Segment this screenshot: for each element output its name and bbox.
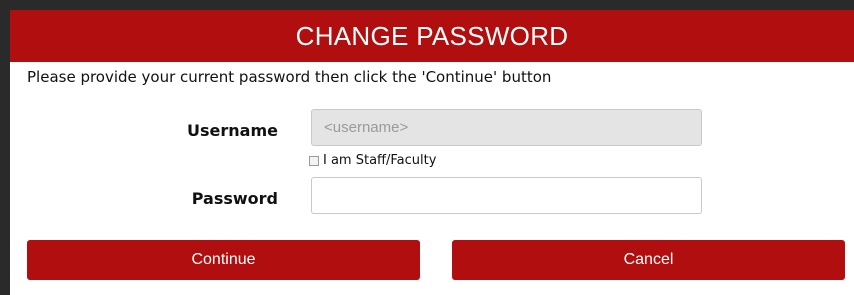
- cancel-button[interactable]: Cancel: [452, 240, 845, 280]
- password-label: Password: [191, 189, 278, 208]
- password-input[interactable]: [311, 177, 702, 214]
- staff-faculty-option[interactable]: I am Staff/Faculty: [309, 153, 436, 168]
- staff-faculty-label: I am Staff/Faculty: [323, 153, 437, 168]
- staff-faculty-checkbox[interactable]: [309, 155, 319, 166]
- dialog-titlebar: CHANGE PASSWORD: [10, 10, 854, 62]
- dialog-title: CHANGE PASSWORD: [295, 20, 569, 51]
- continue-button[interactable]: Continue: [27, 240, 420, 280]
- username-input[interactable]: [311, 109, 702, 146]
- instructions-text: Please provide your current password the…: [27, 68, 552, 86]
- change-password-dialog: CHANGE PASSWORD Please provide your curr…: [10, 10, 854, 295]
- username-label: Username: [187, 121, 278, 140]
